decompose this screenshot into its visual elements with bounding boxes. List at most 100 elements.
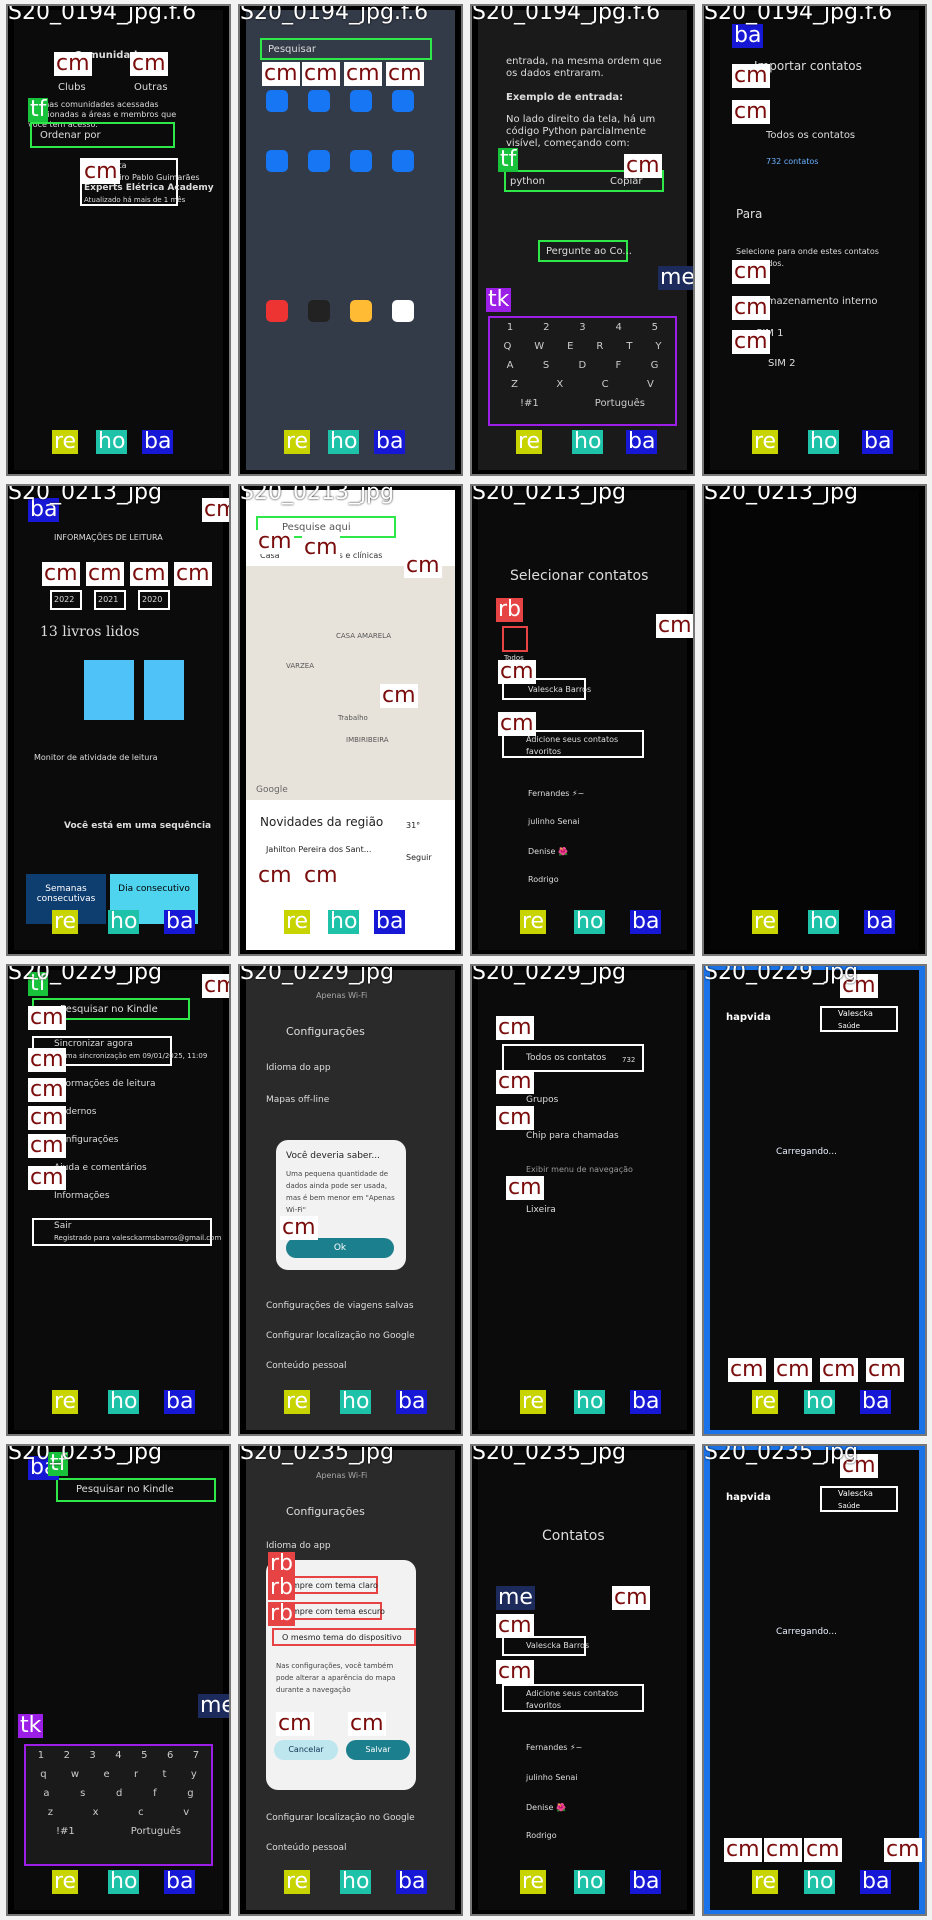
back-label[interactable]: ba [630, 910, 662, 934]
cm-label: cm [866, 1357, 904, 1382]
manual-icon[interactable] [350, 300, 372, 322]
home-label[interactable]: ho [574, 1390, 606, 1414]
saved-trips[interactable]: Configurações de viagens salvas [266, 1300, 414, 1312]
google-location[interactable]: Configurar localização no Google [266, 1812, 415, 1824]
home-label[interactable]: ho [574, 910, 606, 934]
cm-label: cm [506, 1175, 544, 1200]
sim-for-calls[interactable]: Chip para chamadas [526, 1130, 619, 1142]
app-icon[interactable] [350, 90, 372, 112]
back-label[interactable]: ba [374, 430, 406, 454]
app-icon[interactable] [266, 150, 288, 172]
home-label[interactable]: ho [328, 910, 360, 934]
app-language[interactable]: Idioma do app [266, 1062, 331, 1074]
keyboard[interactable]: 1234567 qwerty asdfg zxcv !#1 Português [24, 1744, 213, 1866]
back-label[interactable]: ba [164, 1870, 196, 1894]
map-view[interactable] [246, 566, 455, 800]
frame-4: Importar contatos Todos os contatos 732 … [702, 4, 927, 476]
back-label[interactable]: ba [862, 430, 894, 454]
recent-apps-label[interactable]: re [284, 1390, 311, 1414]
app-icon[interactable] [308, 150, 330, 172]
recent-apps-label[interactable]: re [520, 1870, 547, 1894]
clubs-tab[interactable]: Clubs [58, 82, 86, 94]
offline-maps[interactable]: Mapas off-line [266, 1094, 329, 1106]
back-label[interactable]: ba [860, 1390, 892, 1414]
map-label: VARZEA [286, 662, 314, 670]
internal-storage[interactable]: Armazenamento interno [756, 296, 878, 308]
home-label[interactable]: ho [808, 910, 840, 934]
sim2[interactable]: SIM 2 [768, 358, 795, 370]
recent-apps-label[interactable]: re [284, 430, 311, 454]
recent-apps-label[interactable]: re [516, 430, 543, 454]
recent-apps-label[interactable]: re [284, 910, 311, 934]
recent-apps-label[interactable]: re [284, 1870, 311, 1894]
recent-apps-label[interactable]: re [52, 910, 79, 934]
google-location[interactable]: Configurar localização no Google [266, 1330, 415, 1342]
recent-apps-label[interactable]: re [52, 430, 79, 454]
menu-reading-info[interactable]: Informações de leitura [54, 1078, 156, 1090]
app-icon[interactable] [308, 90, 330, 112]
home-label[interactable]: ho [108, 1390, 140, 1414]
home-label[interactable]: ho [804, 1870, 836, 1894]
menu-help[interactable]: Ajuda e comentários [54, 1162, 147, 1174]
back-label[interactable]: ba [28, 498, 60, 522]
recent-apps-label[interactable]: re [52, 1870, 79, 1894]
back-label[interactable]: ba [630, 1870, 662, 1894]
app-icon[interactable] [392, 150, 414, 172]
outras-tab[interactable]: Outras [134, 82, 168, 94]
home-label[interactable]: ho [804, 1390, 836, 1414]
recent-apps-label[interactable]: re [752, 910, 779, 934]
ok-button[interactable]: Ok [286, 1238, 394, 1258]
back-label[interactable]: ba [626, 430, 658, 454]
app-icon[interactable] [350, 150, 372, 172]
back-label[interactable]: ba [374, 910, 406, 934]
menu-label: me [198, 1694, 229, 1718]
maps-icon[interactable] [392, 300, 414, 322]
cm-label: cm [280, 1215, 318, 1240]
cm-label: cm [42, 561, 80, 586]
cancel-button[interactable]: Cancelar [274, 1740, 338, 1760]
trash[interactable]: Lixeira [526, 1204, 556, 1216]
cm-label: cm [840, 1453, 878, 1478]
back-label[interactable]: ba [732, 24, 764, 48]
follow-button[interactable]: Seguir [406, 852, 432, 864]
personal-content[interactable]: Conteúdo pessoal [266, 1360, 347, 1372]
home-label[interactable]: ho [340, 1870, 372, 1894]
recent-apps-label[interactable]: re [520, 1390, 547, 1414]
hotmart-icon[interactable] [266, 300, 288, 322]
recent-apps-label[interactable]: re [52, 1390, 79, 1414]
keyboard[interactable]: 12345 QWERTY ASDFG ZXCV !#1 Português [488, 316, 677, 426]
home-label[interactable]: ho [572, 430, 604, 454]
personal-content[interactable]: Conteúdo pessoal [266, 1842, 347, 1854]
back-label[interactable]: ba [164, 1390, 196, 1414]
back-label[interactable]: ba [630, 1390, 662, 1414]
kindle-icon[interactable] [308, 300, 330, 322]
menu-info[interactable]: Informações [54, 1190, 110, 1202]
frame-1: Comunidades Clubs Outras Últimas comunid… [6, 4, 231, 476]
cm-label: cm [386, 61, 424, 86]
back-label[interactable]: ba [164, 910, 196, 934]
home-label[interactable]: ho [328, 430, 360, 454]
home-label[interactable]: ho [108, 1870, 140, 1894]
back-label[interactable]: ba [142, 430, 174, 454]
recent-apps-label[interactable]: re [752, 1390, 779, 1414]
back-label[interactable]: ba [860, 1870, 892, 1894]
contacts-count: 732 contatos [766, 157, 819, 166]
home-label[interactable]: ho [808, 430, 840, 454]
save-button[interactable]: Salvar [346, 1740, 410, 1760]
select-all-radio[interactable] [502, 626, 528, 652]
sign-out-label: Sair [54, 1221, 72, 1231]
back-label[interactable]: ba [396, 1390, 428, 1414]
theme-dark: Sempre com tema escuro [282, 1607, 385, 1616]
home-label[interactable]: ho [108, 910, 140, 934]
home-label[interactable]: ho [96, 430, 128, 454]
recent-apps-label[interactable]: re [520, 910, 547, 934]
app-icon[interactable] [266, 90, 288, 112]
app-icon[interactable] [392, 90, 414, 112]
home-label[interactable]: ho [574, 1870, 606, 1894]
contact-name: julinho Senai [526, 1773, 578, 1782]
recent-apps-label[interactable]: re [752, 430, 779, 454]
back-label[interactable]: ba [396, 1870, 428, 1894]
back-label[interactable]: ba [864, 910, 896, 934]
recent-apps-label[interactable]: re [752, 1870, 779, 1894]
home-label[interactable]: ho [340, 1390, 372, 1414]
